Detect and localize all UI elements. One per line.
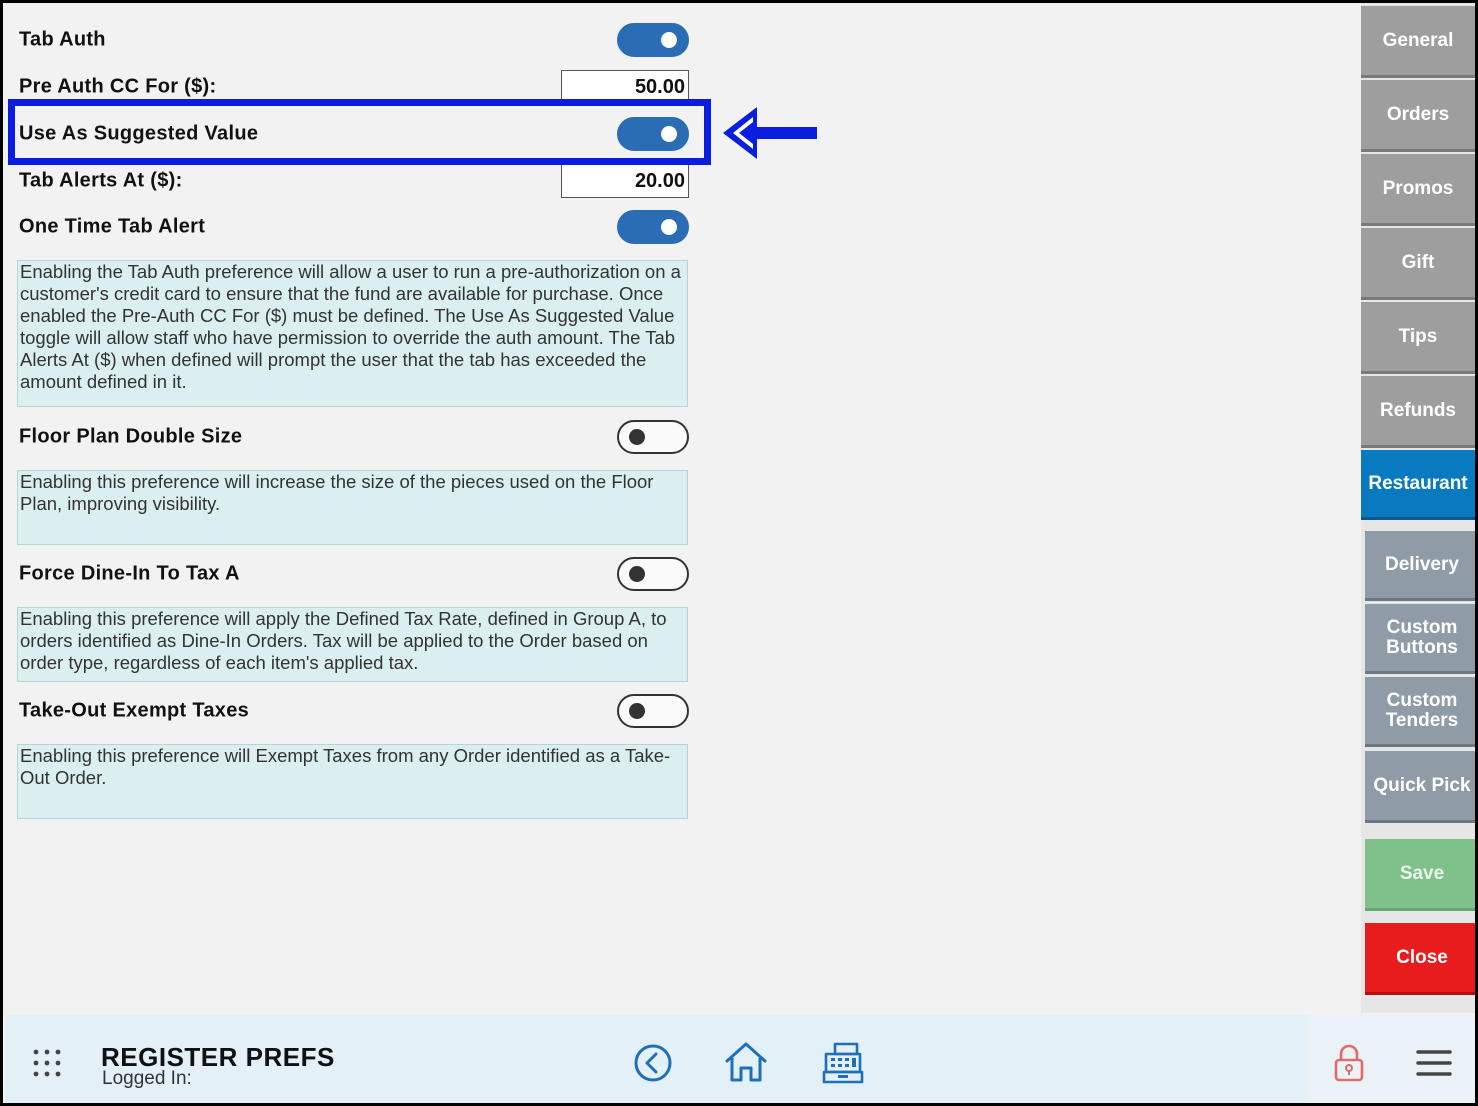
toggle-knob (629, 566, 645, 582)
toggle-knob (661, 32, 677, 48)
bottom-bar: REGISTER PREFS Logged In: (6, 1015, 1475, 1103)
tab-alerts-label: Tab Alerts At ($): (19, 169, 183, 192)
one-time-alert-label: One Time Tab Alert (19, 215, 206, 238)
one-time-alert-row: One Time Tab Alert (19, 207, 689, 247)
takeout-exempt-label: Take-Out Exempt Taxes (19, 699, 250, 722)
force-dine-in-toggle[interactable] (617, 557, 689, 591)
toggle-knob (629, 429, 645, 445)
pre-auth-row: Pre Auth CC For ($): (19, 67, 689, 107)
tab-alerts-input[interactable] (561, 164, 689, 198)
sidebar: General Orders Promos Gift Tips Refunds … (1361, 3, 1475, 1013)
pre-auth-input[interactable] (561, 70, 689, 104)
use-suggested-toggle[interactable] (617, 117, 689, 151)
app-window: Tab Auth Pre Auth CC For ($): Use As Sug… (0, 0, 1478, 1106)
sidebar-item-restaurant[interactable]: Restaurant (1361, 450, 1475, 520)
sidebar-item-refunds[interactable]: Refunds (1361, 376, 1475, 448)
login-status: Logged In: (102, 1068, 192, 1089)
home-icon[interactable] (724, 1041, 768, 1083)
toggle-knob (661, 126, 677, 142)
tab-auth-toggle[interactable] (617, 23, 689, 57)
tab-alerts-row: Tab Alerts At ($): (19, 161, 689, 201)
floor-plan-label: Floor Plan Double Size (19, 425, 243, 448)
sidebar-item-custom-tenders[interactable]: Custom Tenders (1365, 677, 1475, 747)
toggle-knob (661, 219, 677, 235)
sidebar-item-tips[interactable]: Tips (1361, 302, 1475, 374)
left-arrow-annotation (723, 107, 817, 159)
sidebar-item-custom-buttons[interactable]: Custom Buttons (1365, 604, 1475, 674)
force-dine-in-label: Force Dine-In To Tax A (19, 562, 240, 585)
tab-auth-description: Enabling the Tab Auth preference will al… (17, 260, 688, 407)
sidebar-item-general[interactable]: General (1361, 6, 1475, 78)
force-dine-in-description: Enabling this preference will apply the … (17, 607, 688, 682)
sidebar-item-quick-pick[interactable]: Quick Pick (1365, 751, 1475, 823)
one-time-alert-toggle[interactable] (617, 210, 689, 244)
tab-auth-label: Tab Auth (19, 28, 106, 51)
sidebar-item-delivery[interactable]: Delivery (1365, 531, 1475, 601)
toggle-knob (629, 703, 645, 719)
back-circle-icon[interactable] (633, 1043, 673, 1083)
tab-auth-row: Tab Auth (19, 20, 689, 60)
force-dine-in-row: Force Dine-In To Tax A (19, 554, 689, 594)
hamburger-menu-icon[interactable] (1416, 1048, 1452, 1078)
takeout-exempt-toggle[interactable] (617, 694, 689, 728)
use-suggested-label: Use As Suggested Value (19, 122, 259, 145)
takeout-exempt-row: Take-Out Exempt Taxes (19, 691, 689, 731)
floor-plan-description: Enabling this preference will increase t… (17, 470, 688, 545)
pre-auth-label: Pre Auth CC For ($): (19, 75, 217, 98)
floor-plan-toggle[interactable] (617, 420, 689, 454)
close-button[interactable]: Close (1365, 923, 1475, 995)
floor-plan-row: Floor Plan Double Size (19, 417, 689, 457)
use-suggested-row: Use As Suggested Value (19, 114, 689, 154)
apps-grid-icon[interactable] (32, 1048, 62, 1078)
takeout-exempt-description: Enabling this preference will Exempt Tax… (17, 744, 688, 819)
lock-icon[interactable] (1333, 1043, 1365, 1083)
sidebar-item-gift[interactable]: Gift (1361, 228, 1475, 300)
sidebar-item-promos[interactable]: Promos (1361, 154, 1475, 226)
save-button[interactable]: Save (1365, 839, 1475, 911)
cash-register-icon[interactable] (821, 1041, 865, 1085)
sidebar-item-orders[interactable]: Orders (1361, 80, 1475, 152)
